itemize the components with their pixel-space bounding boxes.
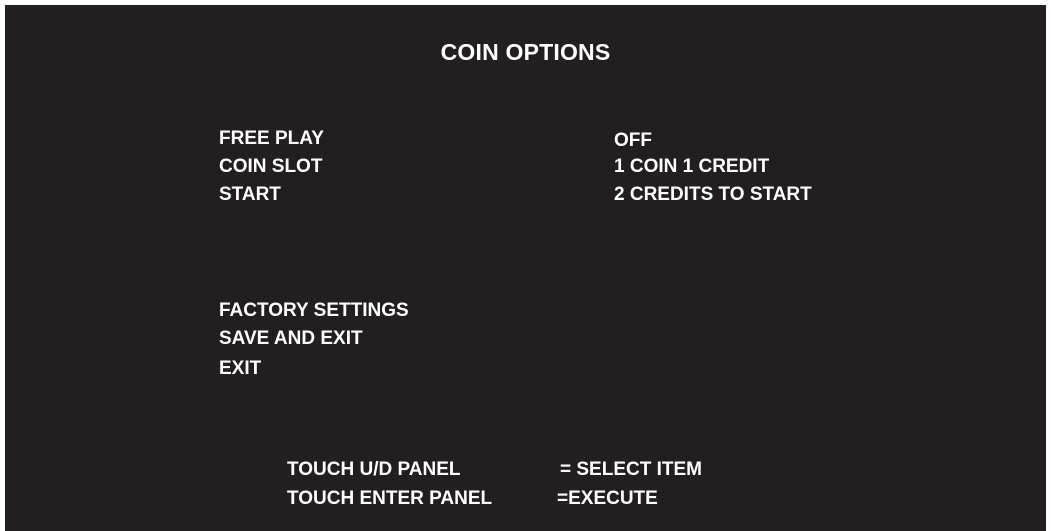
- setting-value-coin-slot: 1 COIN 1 CREDIT: [614, 156, 770, 177]
- coin-options-screen: COIN OPTIONS FREE PLAY OFF COIN SLOT 1 C…: [5, 5, 1046, 531]
- help-desc-execute: =EXECUTE: [557, 488, 658, 509]
- setting-label-free-play[interactable]: FREE PLAY: [219, 127, 324, 151]
- help-key-enter-panel: TOUCH ENTER PANEL: [287, 488, 493, 509]
- setting-value-free-play: OFF: [614, 130, 652, 151]
- screen-title: COIN OPTIONS: [440, 39, 611, 65]
- factory-settings-item[interactable]: FACTORY SETTINGS: [219, 299, 409, 323]
- setting-label-start[interactable]: START: [219, 183, 281, 207]
- help-desc-select-item: = SELECT ITEM: [560, 459, 702, 480]
- exit-item[interactable]: EXIT: [219, 357, 261, 381]
- setting-value-start: 2 CREDITS TO START: [614, 184, 812, 205]
- setting-label-coin-slot[interactable]: COIN SLOT: [219, 155, 322, 179]
- help-key-ud-panel: TOUCH U/D PANEL: [287, 459, 461, 480]
- save-and-exit-item[interactable]: SAVE AND EXIT: [219, 327, 363, 351]
